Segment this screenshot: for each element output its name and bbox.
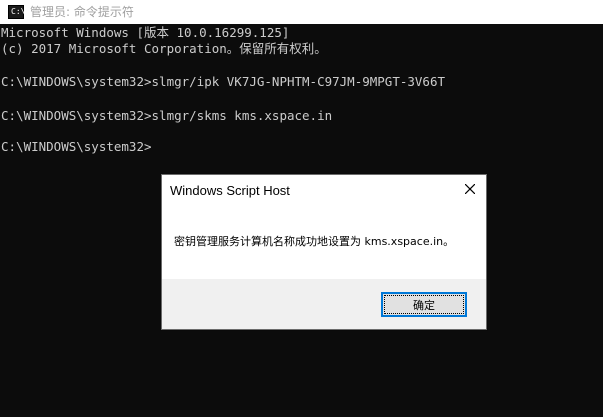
console-line: Microsoft Windows [版本 10.0.16299.125] bbox=[1, 25, 290, 40]
cmd-prompt-icon: C:\ bbox=[8, 5, 26, 19]
title-bar[interactable]: C:\ 管理员: 命令提示符 bbox=[0, 0, 603, 24]
dialog-footer: 确定 bbox=[162, 279, 486, 329]
command-prompt-window: C:\ 管理员: 命令提示符 Microsoft Windows [版本 10.… bbox=[0, 0, 603, 417]
ok-button-label: 确定 bbox=[413, 298, 435, 312]
console-line: C:\WINDOWS\system32>slmgr/ipk VK7JG-NPHT… bbox=[1, 74, 446, 89]
dialog-close-button[interactable] bbox=[454, 175, 486, 205]
console-line: (c) 2017 Microsoft Corporation。保留所有权利。 bbox=[1, 41, 327, 56]
ok-button[interactable]: 确定 bbox=[381, 292, 467, 317]
dialog-title: Windows Script Host bbox=[170, 183, 290, 198]
script-host-dialog: Windows Script Host 密钥管理服务计算机名称成功地设置为 km… bbox=[161, 174, 487, 330]
close-icon bbox=[465, 184, 475, 194]
console-line: C:\WINDOWS\system32> bbox=[1, 139, 152, 154]
console-line: C:\WINDOWS\system32>slmgr/skms kms.xspac… bbox=[1, 108, 333, 123]
dialog-message: 密钥管理服务计算机名称成功地设置为 kms.xspace.in。 bbox=[174, 235, 455, 248]
window-title: 管理员: 命令提示符 bbox=[30, 5, 134, 19]
cmd-prompt-icon-glyph: C:\ bbox=[11, 7, 26, 16]
